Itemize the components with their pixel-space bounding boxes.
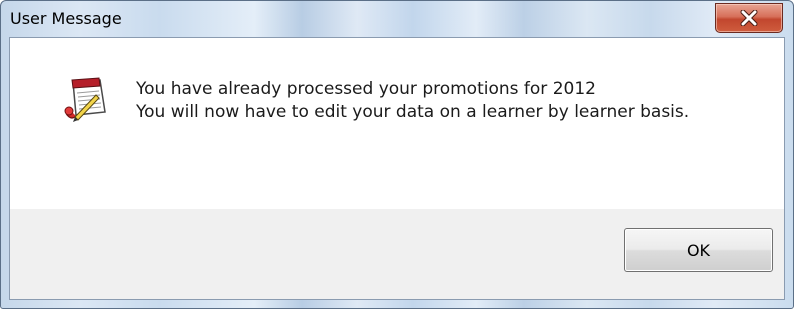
window-title: User Message [10, 9, 122, 28]
title-bar[interactable]: User Message [1, 1, 793, 37]
close-button[interactable] [715, 3, 783, 33]
dialog-content: You have already processed your promotio… [9, 37, 785, 300]
message-line-1: You have already processed your promotio… [136, 79, 596, 99]
button-bar: OK [10, 209, 784, 299]
message-dialog: User Message You have already processed … [0, 0, 794, 309]
notepad-edit-icon [64, 77, 106, 122]
ok-button[interactable]: OK [624, 228, 773, 272]
message-line-2: You will now have to edit your data on a… [136, 102, 690, 122]
message-text: You have already processed your promotio… [136, 78, 689, 124]
close-icon [740, 10, 758, 26]
